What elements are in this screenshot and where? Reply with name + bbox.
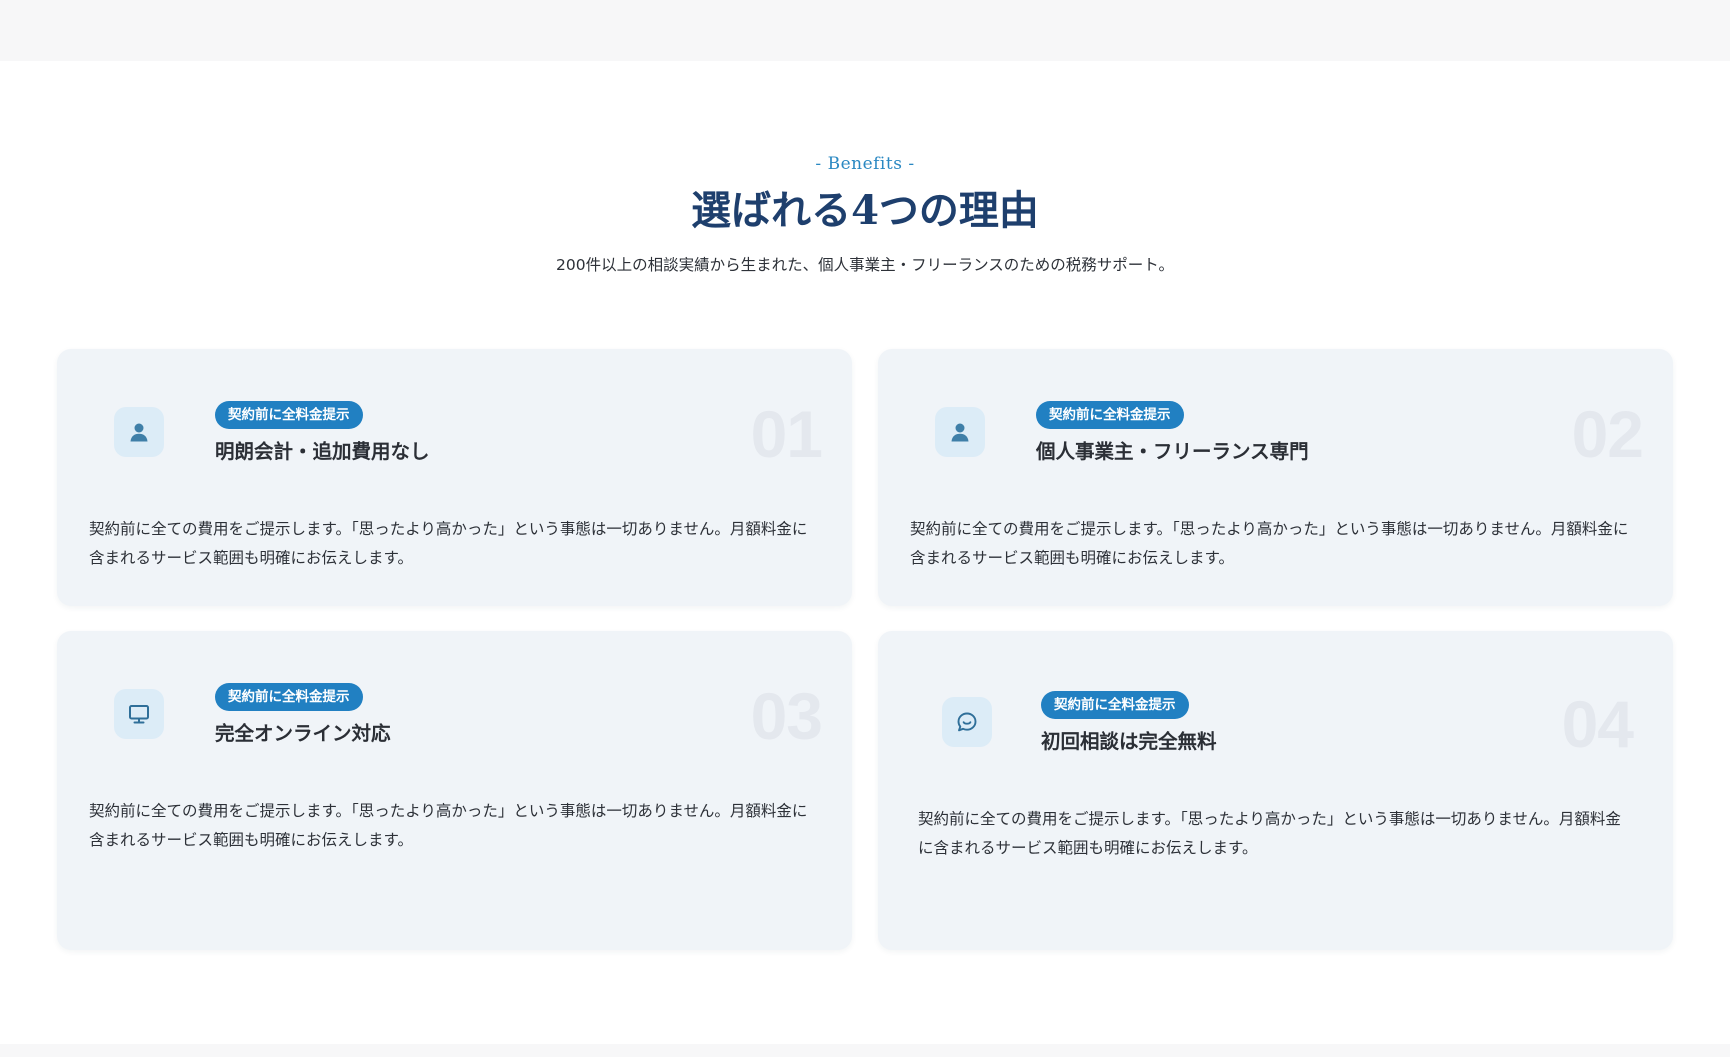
section-title: 選ばれる4つの理由: [691, 187, 1039, 234]
card-description: 契約前に全ての費用をご提示します。「思ったより高かった」という事態は一切ありませ…: [910, 520, 1629, 567]
card-number: 03: [750, 679, 823, 753]
card-title: 明朗会計・追加費用なし: [215, 440, 430, 463]
benefit-card-1: 契約前に全料金提示 明朗会計・追加費用なし 01 契約前に全ての費用をご提示しま…: [57, 349, 852, 606]
card-badge: 契約前に全料金提示: [1041, 691, 1189, 719]
monitor-icon: [114, 689, 164, 739]
card-number: 04: [1561, 687, 1634, 761]
section-subtitle: 200件以上の相談実績から生まれた、個人事業主・フリーランスのための税務サポート…: [556, 256, 1174, 274]
card-title: 個人事業主・フリーランス専門: [1036, 440, 1309, 463]
section-header: - Benefits - 選ばれる4つの理由 200件以上の相談実績から生まれた…: [0, 152, 1730, 276]
benefit-card-2: 契約前に全料金提示 個人事業主・フリーランス専門 02 契約前に全ての費用をご提…: [878, 349, 1673, 606]
benefits-grid: 契約前に全料金提示 明朗会計・追加費用なし 01 契約前に全ての費用をご提示しま…: [57, 349, 1673, 950]
card-description: 契約前に全ての費用をご提示します。「思ったより高かった」という事態は一切ありませ…: [89, 520, 808, 567]
benefit-card-3: 契約前に全料金提示 完全オンライン対応 03 契約前に全ての費用をご提示します。…: [57, 631, 852, 950]
user-icon: [114, 407, 164, 457]
card-description: 契約前に全ての費用をご提示します。「思ったより高かった」という事態は一切ありませ…: [918, 810, 1621, 857]
card-badge: 契約前に全料金提示: [215, 401, 363, 429]
top-band: [0, 0, 1730, 61]
card-badge: 契約前に全料金提示: [215, 683, 363, 711]
card-number: 02: [1571, 397, 1644, 471]
chat-icon: [942, 697, 992, 747]
benefit-card-4: 契約前に全料金提示 初回相談は完全無料 04 契約前に全ての費用をご提示します。…: [878, 631, 1673, 950]
card-title: 初回相談は完全無料: [1041, 730, 1217, 753]
card-description: 契約前に全ての費用をご提示します。「思ったより高かった」という事態は一切ありませ…: [89, 802, 808, 849]
section-eyebrow: - Benefits -: [815, 154, 915, 174]
card-title: 完全オンライン対応: [215, 722, 391, 745]
card-number: 01: [750, 397, 823, 471]
user-icon: [935, 407, 985, 457]
card-badge: 契約前に全料金提示: [1036, 401, 1184, 429]
bottom-band: [0, 1044, 1730, 1057]
